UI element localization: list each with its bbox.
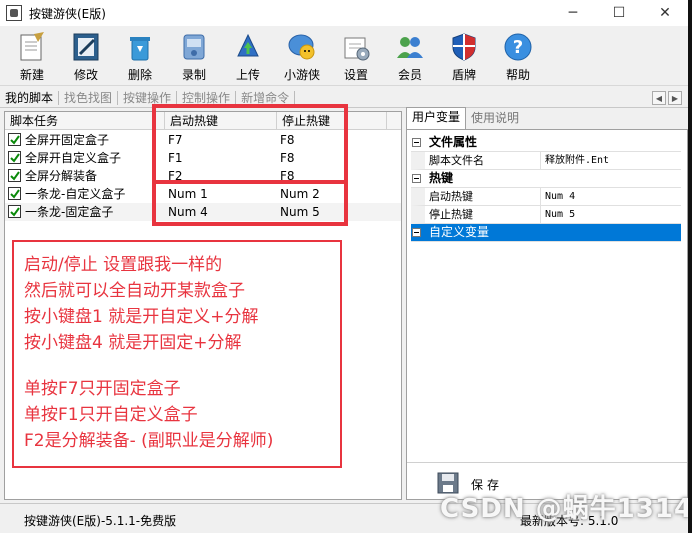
- title-bar[interactable]: 按键游侠(E版) ─ ☐ ✕: [0, 0, 688, 26]
- checkbox[interactable]: [8, 169, 21, 182]
- collapse-icon[interactable]: [412, 174, 421, 183]
- tab-usage-notes[interactable]: 使用说明: [466, 109, 524, 129]
- upload-button[interactable]: 上传: [222, 26, 274, 86]
- property-grid: 文件属性 脚本文件名 释放附件.Ent 热键 启动热键 Num 4 停止热键 N…: [411, 134, 681, 242]
- help-button[interactable]: ? 帮助: [492, 26, 544, 86]
- settings-icon: [341, 32, 371, 62]
- column-header-task[interactable]: 脚本任务: [5, 112, 165, 130]
- app-icon: [6, 5, 22, 21]
- minimize-button[interactable]: ─: [550, 0, 596, 26]
- new-document-icon: [17, 32, 47, 62]
- highlight-box-numkeys: [152, 180, 348, 226]
- tab-scroll-left-icon[interactable]: ◀: [652, 91, 666, 105]
- collapse-icon[interactable]: [412, 228, 421, 237]
- checkbox[interactable]: [8, 187, 21, 200]
- help-icon: ?: [503, 32, 533, 62]
- recycle-bin-icon: [125, 32, 155, 62]
- tab-new-commands[interactable]: 新增命令: [236, 90, 296, 105]
- new-button[interactable]: 新建: [6, 26, 58, 86]
- tab-find-color[interactable]: 找色找图: [59, 90, 119, 105]
- property-start-hotkey[interactable]: 启动热键 Num 4: [411, 188, 681, 206]
- collapse-icon[interactable]: [412, 138, 421, 147]
- watermark: CSDN @蜗牛1314: [440, 494, 692, 524]
- category-hotkeys[interactable]: 热键: [411, 170, 681, 188]
- delete-button[interactable]: 删除: [114, 26, 166, 86]
- tab-user-variables[interactable]: 用户变量: [406, 107, 467, 129]
- svg-text:?: ?: [513, 37, 523, 58]
- app-window: 按键游侠(E版) ─ ☐ ✕ 新建 修改 删除 录制 上传 小游侠 设置 会员 …: [0, 0, 692, 533]
- edit-button[interactable]: 修改: [60, 26, 112, 86]
- category-custom-variables[interactable]: 自定义变量: [411, 224, 681, 242]
- property-script-filename[interactable]: 脚本文件名 释放附件.Ent: [411, 152, 681, 170]
- settings-button[interactable]: 设置: [330, 26, 382, 86]
- checkbox[interactable]: [8, 133, 21, 146]
- tab-control-actions[interactable]: 控制操作: [177, 90, 237, 105]
- chat-bubble-icon: [287, 32, 317, 62]
- record-icon: [179, 32, 209, 62]
- checkbox[interactable]: [8, 205, 21, 218]
- highlight-box-fkeys: [152, 104, 348, 184]
- xiaoyouxia-button[interactable]: 小游侠: [276, 26, 328, 86]
- tab-key-actions[interactable]: 按键操作: [118, 90, 178, 105]
- maximize-button[interactable]: ☐: [596, 0, 642, 26]
- property-stop-hotkey[interactable]: 停止热键 Num 5: [411, 206, 681, 224]
- edit-icon: [71, 32, 101, 62]
- shield-button[interactable]: 盾牌: [438, 26, 490, 86]
- tab-scroll-right-icon[interactable]: ▶: [668, 91, 682, 105]
- close-button[interactable]: ✕: [642, 0, 688, 26]
- record-button[interactable]: 录制: [168, 26, 220, 86]
- checkbox[interactable]: [8, 151, 21, 164]
- users-icon: [395, 32, 425, 62]
- member-button[interactable]: 会员: [384, 26, 436, 86]
- divider: [407, 462, 687, 463]
- shield-icon: [449, 32, 479, 62]
- window-title: 按键游侠(E版): [29, 6, 106, 21]
- upload-icon: [233, 32, 263, 62]
- toolbar: 新建 修改 删除 录制 上传 小游侠 设置 会员 盾牌 ? 帮助: [0, 26, 688, 86]
- status-version-info: 按键游侠(E版)-5.1.1-免费版: [24, 514, 177, 528]
- properties-panel: 用户变量 使用说明 文件属性 脚本文件名 释放附件.Ent 热键 启动热键 Nu…: [406, 107, 688, 500]
- tab-my-scripts[interactable]: 我的脚本: [0, 90, 60, 105]
- category-file-properties[interactable]: 文件属性: [411, 134, 681, 152]
- annotation-note: 启动/停止 设置跟我一样的 然后就可以全自动开某款盒子 按小键盘1 就是开自定义…: [12, 240, 342, 468]
